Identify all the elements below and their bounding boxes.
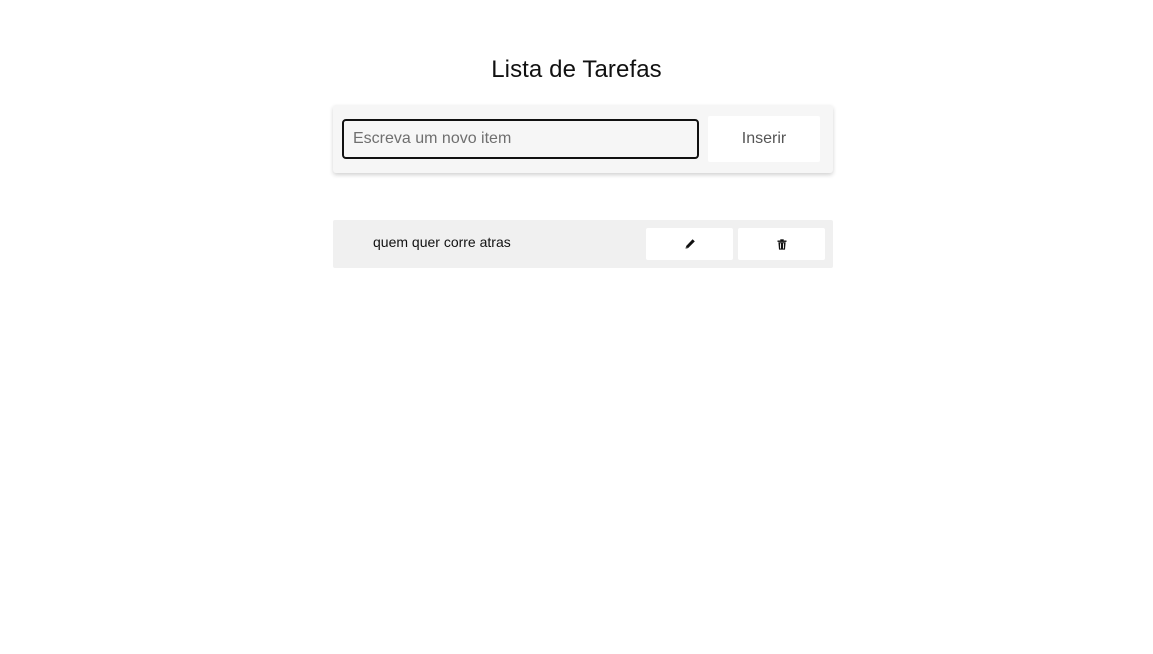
new-item-form: Inserir [333, 105, 833, 173]
edit-button[interactable] [646, 228, 733, 260]
task-row: quem quer corre atras [333, 220, 833, 268]
insert-button[interactable]: Inserir [708, 116, 820, 162]
new-item-input[interactable] [342, 119, 699, 159]
task-text: quem quer corre atras [373, 234, 511, 250]
delete-button[interactable] [738, 228, 825, 260]
pencil-icon [684, 238, 696, 250]
page-title: Lista de Tarefas [491, 56, 662, 83]
trash-icon [777, 238, 787, 250]
